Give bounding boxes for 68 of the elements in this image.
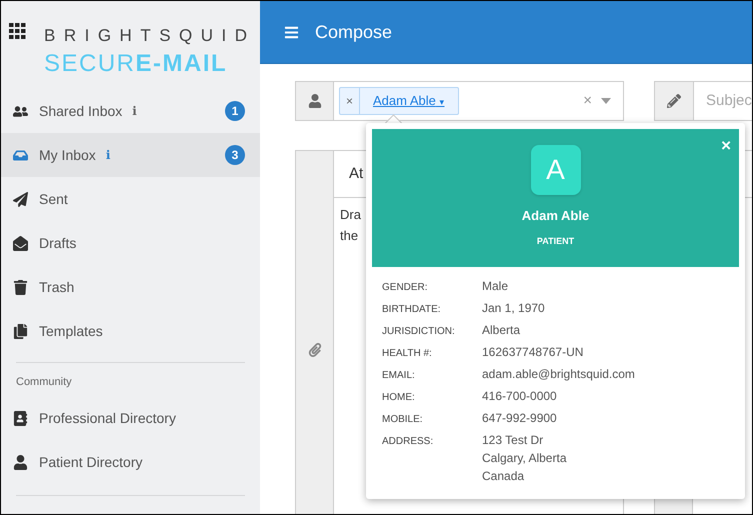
avatar: A [530,145,580,195]
sidebar-item[interactable]: Trash [1,265,260,309]
item-label: Patient Directory [39,453,142,472]
page-title: Compose [315,20,392,44]
field-label: GENDER: [382,281,429,295]
sidebar-item[interactable]: Patient Directory [1,440,260,484]
pencil-icon [667,94,681,108]
item-label: Professional Directory [39,409,176,428]
field-value: 416-700-0000 [482,388,557,405]
recipient-chip[interactable]: × Adam Able ▾ [339,87,458,115]
inbox-icon [11,148,29,162]
item-label: Trash [39,278,74,296]
paper-plane-icon [11,192,29,206]
contact-role: PATIENT [536,234,574,248]
field-label: BIRTHDATE: [382,303,442,317]
field-value: Canada [482,468,526,485]
address-book-icon [11,411,29,426]
field-value: Calgary, Alberta [482,450,566,467]
field-value: 647-992-9900 [482,410,557,427]
brand-name: BRIGHTSQUID [44,25,256,47]
count-badge: 3 [225,145,245,165]
sidebar-item[interactable]: Professional Directory [1,396,260,440]
item-label: Drafts [39,234,76,252]
count-badge: 1 [225,101,245,121]
info-icon[interactable]: i [132,102,137,120]
trash-icon [11,280,29,294]
field-value: 123 Test Dr [482,432,544,449]
message-text: the [340,227,358,245]
item-label: My Inbox [39,146,96,165]
recipient-link[interactable]: Adam Able ▾ [373,91,444,111]
item-label: Templates [39,322,103,341]
field-label: HOME: [382,391,416,405]
field-value: Alberta [482,322,520,339]
field-value: 162637748767-UN [482,344,584,361]
sidebar-item[interactable]: Shared Inbox i 1 [1,89,260,133]
user-icon [308,94,322,108]
recipient-field[interactable]: × Adam Able ▾ × [295,81,624,121]
message-text: Dra [340,206,361,224]
subject-input[interactable]: Subjec [694,82,752,120]
field-label: MOBILE: [382,413,424,427]
attachments-heading: At [349,164,364,184]
user-icon [11,455,29,470]
remove-button[interactable]: × [340,88,360,114]
sidebar-item[interactable]: Sent [1,177,260,221]
subject-field[interactable]: Subjec [654,81,752,121]
field-label: EMAIL: [382,369,416,383]
field-label: HEALTH #: [382,347,433,361]
sidebar-item[interactable]: Templates [1,309,260,353]
field-value: adam.able@brightsquid.com [482,366,635,383]
field-label: JURISDICTION: [382,325,456,339]
sidebar-item[interactable]: Drafts [1,221,260,265]
info-icon[interactable]: i [106,146,110,164]
field-value: Male [482,278,508,295]
people-icon [11,104,29,118]
envelope-icon [11,236,29,250]
copy-icon [11,324,29,338]
item-label: Sent [39,190,68,208]
field-value: Jan 1, 1970 [482,300,545,317]
menu-icon[interactable] [284,24,299,40]
dropdown-caret-icon[interactable] [601,98,611,104]
app-grid-icon[interactable] [9,23,26,39]
paperclip-icon[interactable] [308,343,322,357]
sidebar-item[interactable]: My Inbox i 3 [1,133,260,177]
product-name: SECURE-MAIL [44,49,228,79]
contact-name: Adam Able [522,207,590,225]
field-label: ADDRESS: [382,435,434,449]
section-heading: Community [15,375,73,390]
item-label: Shared Inbox [39,102,122,120]
